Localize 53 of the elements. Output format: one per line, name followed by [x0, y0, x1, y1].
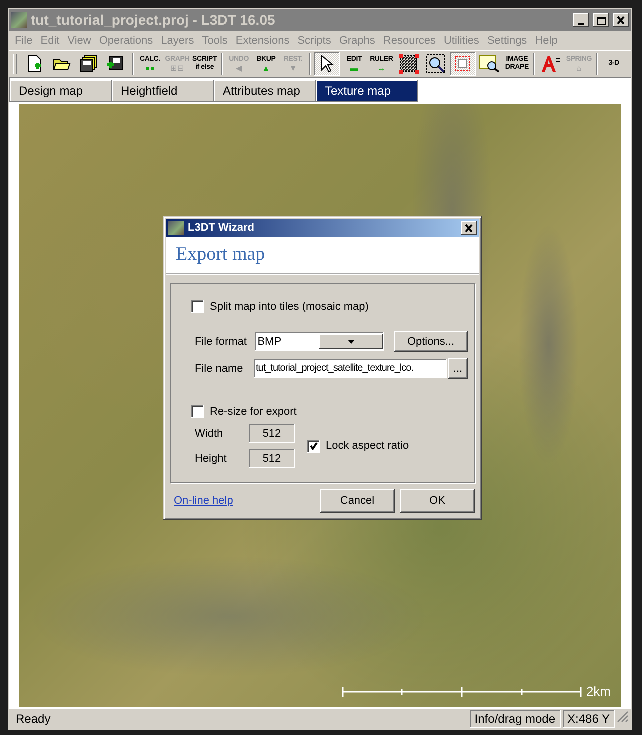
checkbox[interactable] — [191, 405, 204, 418]
field-label: File format — [195, 336, 248, 348]
scale-label: 2km — [586, 684, 611, 699]
view-window-icon — [479, 55, 502, 73]
frame-icon — [452, 54, 473, 74]
close-button[interactable] — [461, 221, 477, 235]
new-document-icon — [26, 55, 43, 73]
status-text: Info/drag mode — [470, 710, 561, 728]
options-button[interactable]: Options... — [394, 331, 468, 352]
status-text: Ready — [15, 711, 52, 728]
save-icon — [107, 56, 126, 72]
font-size-icon — [541, 55, 562, 73]
resize-grip-icon — [617, 711, 629, 723]
close-icon — [464, 224, 474, 232]
dialog-title: L3DT Wizard — [188, 222, 256, 234]
field-label: File name — [195, 362, 244, 374]
size-field[interactable]: 512 — [249, 424, 295, 443]
status-text: X:486 Y — [562, 710, 615, 728]
toolbar-button[interactable] — [314, 52, 340, 76]
zoom-icon — [426, 54, 446, 74]
checkbox[interactable] — [307, 440, 320, 452]
dialog-heading: Export map — [176, 244, 266, 266]
checkbox-label: Split map into tiles (mosaic map) — [210, 300, 369, 312]
app-logo-icon — [168, 221, 184, 235]
window-title: tut_tutorial_project.proj - L3DT 16.05 — [31, 12, 276, 28]
pointer-icon — [320, 55, 334, 73]
app-logo-icon — [11, 12, 27, 28]
checkbox-label: Lock aspect ratio — [326, 440, 410, 452]
save-all-icon — [80, 55, 98, 73]
size-field[interactable]: 512 — [249, 449, 295, 468]
help-link[interactable]: On-line help — [174, 495, 315, 507]
maximize-icon — [596, 16, 606, 24]
checkbox[interactable] — [191, 300, 204, 313]
field-label: Width — [195, 428, 224, 440]
dialog-button[interactable]: Cancel — [320, 489, 395, 513]
close-icon — [616, 16, 626, 24]
field-label: Height — [195, 452, 228, 464]
file-format-dropdown[interactable]: BMP — [254, 332, 384, 351]
tab[interactable]: Design map — [10, 80, 112, 102]
file-name-field[interactable]: tut_tutorial_project_satellite_texture_lco. — [254, 359, 447, 378]
browse-button[interactable]: ... — [448, 358, 468, 379]
tab[interactable]: Texture map — [316, 80, 418, 102]
checkbox-label: Re-size for export — [210, 406, 297, 418]
select-area-icon — [398, 54, 419, 74]
minimize-icon — [577, 22, 585, 24]
dropdown-arrow-icon — [348, 340, 355, 344]
maximize-button[interactable] — [593, 13, 609, 27]
minimize-button[interactable] — [573, 13, 589, 27]
tab[interactable]: Attributes map — [214, 80, 316, 102]
check-mark-icon — [310, 442, 318, 450]
dialog-button[interactable]: OK — [400, 489, 475, 513]
tab[interactable]: Heightfield — [112, 80, 214, 102]
close-button[interactable] — [613, 13, 629, 27]
